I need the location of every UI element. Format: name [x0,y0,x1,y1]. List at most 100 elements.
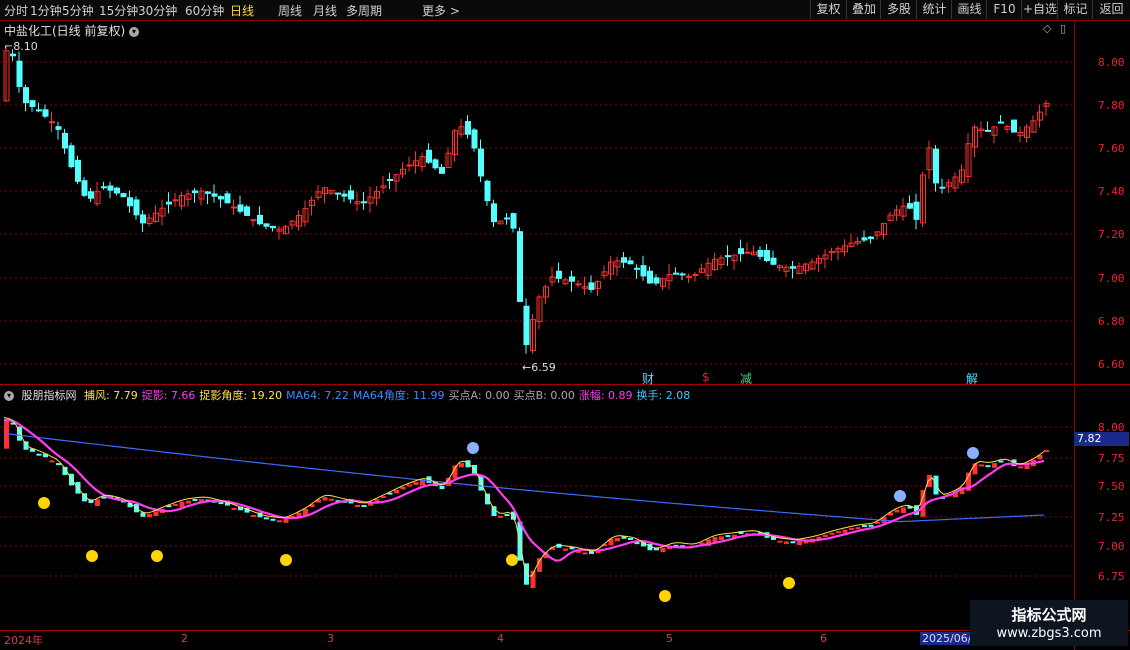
candle-body [523,305,530,346]
x-axis-line [0,630,1130,631]
indicator-bar [394,489,399,494]
candle-body [504,217,510,220]
indicator-y-tick: 7.75 [1098,452,1125,465]
sad-face-icon [967,447,979,459]
indicator-name: 股朋指标网 [21,389,77,402]
indicator-bar [322,497,328,501]
candle-body [491,203,497,223]
indicator-value-6: 买点B: 0.00 [513,389,575,402]
candlestick-chart[interactable]: ⌐8.10 ←6.59 [0,0,1074,630]
indicator-bar [849,528,854,531]
indicator-y-tick: 7.00 [1098,540,1125,553]
indicator-bar [842,529,848,533]
indicator-bar [660,548,666,553]
indicator-value-7: 涨幅: 0.89 [578,389,633,402]
indicator-bar [4,420,9,449]
candle-body [101,186,107,189]
candle-body [140,214,146,224]
candle-body [127,197,133,207]
indicator-bar [979,464,984,467]
candle-body [205,191,211,194]
candle-body [16,60,23,88]
indicator-bar [985,465,991,468]
candle-body [692,273,699,276]
indicator-bar [192,498,198,501]
indicator-legend: ▾ 股朋指标网 捕风: 7.79 捉影: 7.66 捉影角度: 19.20 MA64:… [4,387,698,403]
candle-body [738,248,744,255]
indicator-y-tick: 7.50 [1098,480,1125,493]
candle-body [107,185,114,191]
indicator-bar [725,535,731,538]
candle-body [764,250,770,262]
candle-body [640,265,647,277]
candle-body [387,179,393,182]
x-axis-label: 2025/06/ [920,632,974,645]
candle-body [439,166,445,174]
candle-body [55,126,62,130]
candle-body [653,277,660,284]
candle-body [621,257,627,263]
indicator-bar [777,540,783,543]
candle-body [23,87,29,104]
candle-body [465,121,471,135]
indicator-bar [283,518,289,523]
indicator-bar [628,537,633,540]
indicator-value-4: MA64角度: 11.99 [352,389,445,402]
watermark-title: 指标公式网 [1011,606,1087,624]
indicator-bar [355,505,360,507]
candle-body [744,251,751,254]
event-marker-2[interactable]: 减 [740,370,752,387]
event-marker-3[interactable]: 解 [966,370,978,387]
candle-body [257,214,263,225]
candle-body [10,53,16,57]
event-marker-1[interactable]: $ [702,370,710,384]
x-axis-label: 4 [497,632,504,645]
tool-button-8[interactable]: 返回 [1092,0,1130,19]
candle-body [510,213,517,229]
indicator-bar [153,511,159,516]
candle-body [192,190,198,194]
smiley-icon [506,554,518,566]
smiley-icon [38,497,50,509]
candle-body [211,193,218,197]
sad-face-icon [467,442,479,454]
watermark-url: www.zbgs3.com [996,626,1102,641]
candle-body [263,223,270,227]
candle-body [770,257,777,265]
indicator-bar [1018,466,1023,469]
candle-body [166,201,172,205]
indicator-bar [719,536,724,541]
indicator-bar [95,499,100,507]
indicator-bar [400,486,406,490]
indicator-bar [784,541,789,544]
chevron-down-icon[interactable]: ▾ [4,391,14,401]
x-axis-label: 2024年 [4,634,43,647]
candle-body [335,192,341,195]
indicator-bar [459,463,464,468]
high-label: ⌐8.10 [4,40,38,53]
indicator-value-2: 捉影角度: 19.20 [199,389,283,402]
indicator-bar [836,531,841,534]
indicator-bar [251,514,256,517]
candle-body [348,190,354,200]
candle-body [634,267,640,270]
indicator-bar [992,463,997,468]
candle-body [588,282,595,290]
candle-body [88,191,94,199]
candle-body [120,193,127,198]
indicator-bar [277,520,282,523]
indicator-bar [829,532,835,535]
y-axis-line [1074,20,1075,650]
candle-body [985,129,991,132]
current-price-tag: 7.82 [1074,432,1129,446]
indicator-bar [563,548,568,551]
candle-body [556,270,562,279]
candle-body [484,180,491,202]
event-marker-0[interactable]: 财 [642,370,654,387]
candle-body [244,206,250,216]
indicator-bar [361,505,367,508]
candle-body [517,231,523,302]
candle-body [114,187,120,194]
candle-body [42,109,49,117]
main-y-tick: 7.80 [1098,99,1125,112]
